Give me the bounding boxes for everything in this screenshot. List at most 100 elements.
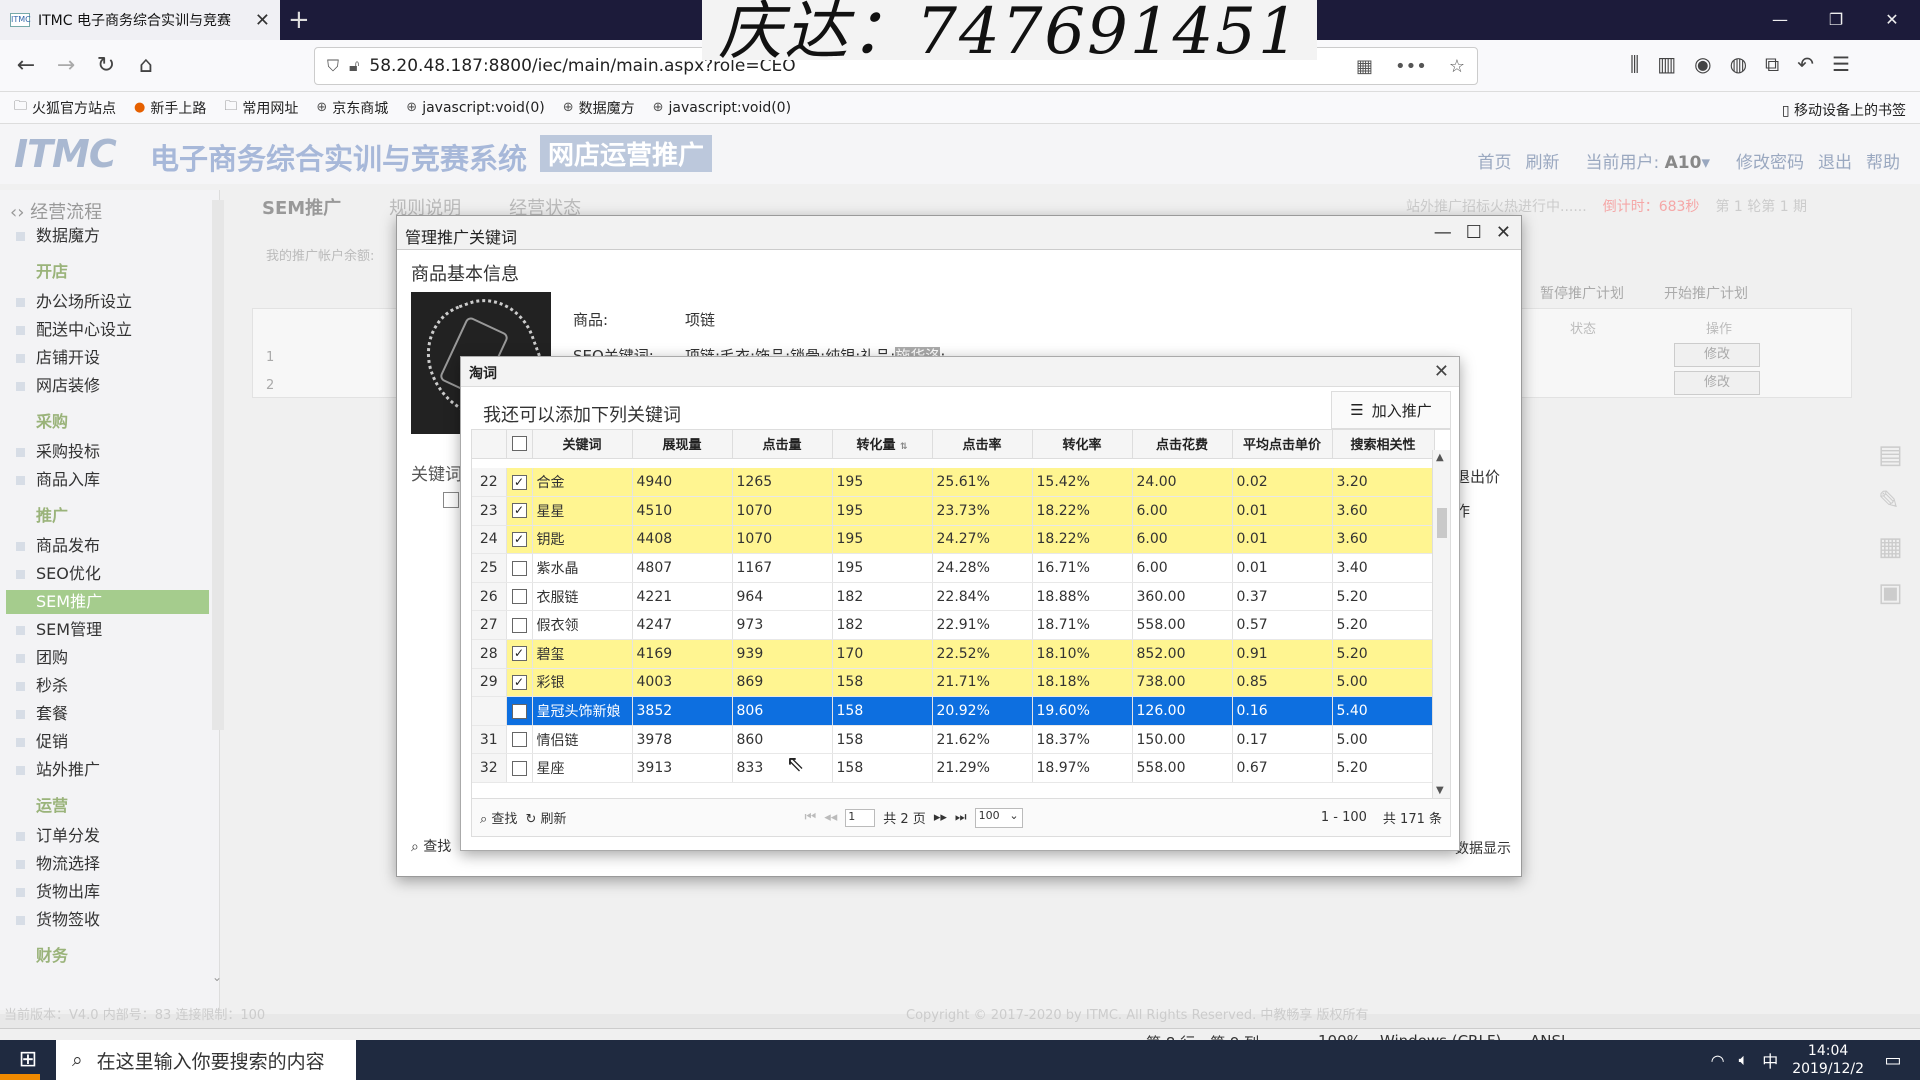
start-plan-button[interactable]: 开始推广计划 [1664,283,1748,303]
row-checkbox[interactable] [511,760,527,776]
close-icon[interactable]: ✕ [1434,361,1449,382]
close-window-icon[interactable]: ✕ [1864,0,1920,40]
sidebar-item[interactable]: 商品入库 [14,468,209,492]
table-row[interactable]: 29 ✓ 彩银 4003 869 158 21.71% 18.18% 738.00 0.85 5.0… [472,668,1435,698]
col-avg-cpc[interactable]: 平均点击单价 [1232,430,1333,459]
table-row[interactable]: 28 ✓ 碧玺 4169 939 170 22.52% 18.10% 852.00 0.91 5.2… [472,639,1435,669]
forward-icon[interactable]: → [50,50,82,82]
undo-icon[interactable]: ↶ [1797,52,1814,76]
mobile-bookmarks[interactable]: ▯ 移动设备上的书签 [1782,100,1906,120]
add-to-promotion-button[interactable]: ☰ 加入推广 [1331,391,1451,429]
table-row[interactable]: 26 衣服链 4221 964 182 22.84% 18.88% 360.00 0.37 5.2… [472,582,1435,612]
edit-icon[interactable]: ✎ [1878,486,1903,516]
sidebar-item[interactable]: 货物签收 [14,908,209,932]
col-cvr[interactable]: 转化率 [1032,430,1133,459]
pager-search[interactable]: ⌕ 查找 [480,808,517,827]
help-link[interactable]: 帮助 [1866,148,1900,173]
col-relevance[interactable]: 搜索相关性 [1332,430,1435,459]
sidebar-item[interactable]: 货物出库 [14,880,209,904]
sidebar-scrollbar[interactable] [212,200,224,730]
table-row[interactable]: 25 紫水晶 4807 1167 195 24.28% 16.71% 6.00 0.01 3.40 [472,553,1435,583]
change-password-link[interactable]: 修改密码 [1736,148,1804,173]
table-row[interactable]: 24 ✓ 钥匙 4408 1070 195 24.27% 18.22% 6.00 0.01 3.60 [472,525,1435,555]
volume-icon[interactable]: 🔈︎ [1739,1050,1749,1070]
row-checkbox[interactable]: ✓ [511,674,527,690]
col-ctr[interactable]: 点击率 [932,430,1033,459]
notification-icon[interactable]: ▭ [1878,1050,1908,1071]
bookmark-item[interactable]: ⊕ 京东商城 [316,98,388,118]
new-tab-icon[interactable]: + [288,4,310,36]
prev-page-icon[interactable]: ◂◂ [824,810,837,825]
sidebar-group[interactable]: 开店 [36,260,231,284]
pause-plan-button[interactable]: 暂停推广计划 [1540,283,1624,303]
dialog-titlebar[interactable]: 管理推广关键词 [397,216,1521,250]
table-row[interactable]: 皇冠头饰新娘 3852 806 158 20.92% 19.60% 126.00 0.16 5.… [472,696,1435,726]
sidebar-item[interactable]: SEM推广 [6,590,209,614]
crop-icon[interactable]: ⧉ [1765,52,1779,76]
back-icon[interactable]: ← [10,50,42,82]
logout-link[interactable]: 退出 [1818,148,1852,173]
minimize-icon[interactable]: — [1434,222,1452,243]
col-impressions[interactable]: 展现量 [632,430,733,459]
sidebar-item[interactable]: 套餐 [14,702,209,726]
row-checkbox[interactable]: ✓ [511,646,527,662]
search-link[interactable]: ⌕ 查找 [411,836,451,856]
sidebar-icon[interactable]: ▥ [1657,52,1676,76]
edit-button[interactable]: 修改 [1674,343,1760,367]
first-page-icon[interactable]: ⏮ [805,810,817,825]
bookmark-item[interactable]: ⊕ javascript:void(0) [406,100,544,116]
sidebar-group[interactable]: 推广 [36,504,231,528]
sidebar-item[interactable]: 网店装修 [14,374,209,398]
select-all-checkbox[interactable] [511,436,527,452]
more-actions-icon[interactable]: ••• [1395,56,1427,77]
menu-icon[interactable]: ☰ [1832,52,1850,76]
sidebar-item[interactable]: 店铺开设 [14,346,209,370]
sidebar-group[interactable]: 运营 [36,794,231,818]
sidebar-item[interactable]: SEM管理 [14,618,209,642]
row-checkbox[interactable]: ✓ [511,474,527,490]
table-row[interactable]: 22 ✓ 合金 4940 1265 195 25.61% 15.42% 24.00 0.02 3.2… [472,468,1435,498]
reload-icon[interactable]: ↻ [90,50,122,82]
scroll-up-icon[interactable]: ▲ [1436,452,1444,463]
browser-tab[interactable]: ITMC ITMC 电子商务综合实训与竞赛 ✕ [0,0,280,40]
refresh-link[interactable]: 刷新 [1525,148,1559,173]
scroll-down-icon[interactable]: ▼ [1436,785,1444,796]
col-keyword[interactable]: 关键词 [532,430,633,459]
row-checkbox[interactable] [511,560,527,576]
close-icon[interactable]: ✕ [1496,222,1511,243]
account-icon[interactable]: ◉ [1694,52,1711,76]
taskbar-search[interactable]: ⌕ 在这里输入你要搜索的内容 [56,1040,356,1080]
scroll-down-icon[interactable]: ⌄ [212,970,222,984]
select-all-checkbox[interactable] [443,492,459,508]
col-cost[interactable]: 点击花费 [1132,430,1233,459]
sidebar-item[interactable]: 订单分发 [14,824,209,848]
bookmark-item[interactable]: 🗀 常用网址 [224,97,298,119]
bookmark-item[interactable]: ● 新手上路 [134,98,206,118]
sidebar-item[interactable]: 团购 [14,646,209,670]
scroll-thumb[interactable] [1437,508,1447,538]
page-input[interactable]: 1 [845,808,876,827]
network-icon[interactable]: ◠ [1711,1051,1725,1070]
sidebar-item[interactable]: 办公场所设立 [14,290,209,314]
sidebar-item[interactable]: 物流选择 [14,852,209,876]
sidebar-item[interactable]: 站外推广 [14,758,209,782]
bookmark-star-icon[interactable]: ☆ [1449,56,1465,77]
col-conversions[interactable]: 转化量 ⇅ [832,430,933,459]
sidebar-item[interactable]: 秒杀 [14,674,209,698]
sidebar-item[interactable]: SEO优化 [14,562,209,586]
grid-scrollbar[interactable]: ▲ ▼ [1432,450,1450,798]
sidebar-group[interactable]: 财务 [36,944,231,968]
last-page-icon[interactable]: ⏭ [955,810,967,825]
save-icon[interactable]: ▣ [1878,578,1903,608]
maximize-icon[interactable]: ☐ [1466,222,1482,243]
document-icon[interactable]: ▦ [1878,532,1903,562]
current-user[interactable]: A10 [1665,153,1702,173]
edit-button[interactable]: 修改 [1674,371,1760,395]
row-checkbox[interactable]: ✓ [511,531,527,547]
pager-refresh[interactable]: ↻ 刷新 [525,808,566,827]
col-clicks[interactable]: 点击量 [732,430,833,459]
table-row[interactable]: 27 假衣领 4247 973 182 22.91% 18.71% 558.00 0.57 5.2… [472,610,1435,641]
home-link[interactable]: 首页 [1477,148,1511,173]
sidebar-item[interactable]: 采购投标 [14,440,209,464]
clock[interactable]: 14:04 2019/12/2 [1792,1042,1864,1078]
